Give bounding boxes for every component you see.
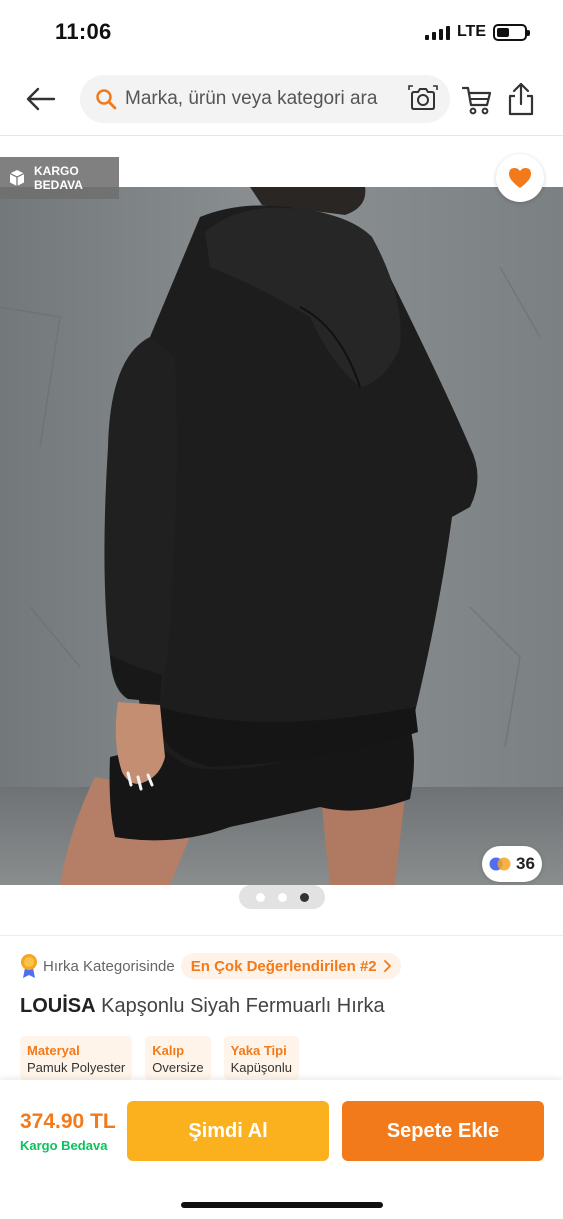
product-image[interactable] [0, 187, 563, 885]
battery-icon [493, 23, 530, 41]
add-to-cart-button[interactable]: Sepete Ekle [342, 1101, 544, 1161]
signal-icon [424, 25, 450, 40]
status-time: 11:06 [55, 19, 112, 44]
favorite-button[interactable] [496, 154, 544, 202]
review-photo-count: 36 [516, 854, 535, 873]
back-button[interactable] [24, 82, 58, 116]
status-indicators: LTE [424, 23, 530, 41]
status-bar: 11:06 LTE [0, 0, 563, 62]
product-name: Kapşonlu Siyah Fermuarlı Hırka [101, 995, 385, 1017]
pagination-dot-active[interactable] [299, 892, 309, 902]
home-indicator[interactable] [181, 1202, 383, 1208]
attribute-value: Oversize [152, 1060, 204, 1075]
network-type: LTE [456, 23, 486, 40]
divider [0, 935, 563, 936]
product-attributes: Materyal Pamuk Polyester Kalıp Oversize … [20, 1036, 300, 1080]
cart-icon[interactable] [461, 84, 493, 116]
camera-icon[interactable] [408, 84, 438, 114]
attribute-chip: Materyal Pamuk Polyester [20, 1036, 133, 1080]
category-rank[interactable]: Hırka Kategorisinde En Çok Değerlendiril… [20, 952, 401, 980]
review-photos-button[interactable]: 36 [482, 846, 542, 882]
free-shipping-badge-label: KARGO BEDAVA [34, 164, 83, 192]
search-icon [96, 89, 117, 110]
product-brand[interactable]: LOUİSA [20, 995, 96, 1017]
rank-label: En Çok Değerlendirilen #2 [190, 957, 377, 975]
heart-icon [509, 168, 531, 188]
free-shipping-badge: KARGO BEDAVA [0, 157, 119, 199]
rank-category-label: Hırka Kategorisinde [43, 957, 175, 975]
review-photos-icon [489, 857, 511, 871]
share-icon[interactable] [506, 82, 536, 116]
chevron-right-icon [383, 960, 391, 972]
search-bar[interactable]: Marka, ürün veya kategori ara [80, 75, 450, 123]
shipping-label: Kargo Bedava [20, 1138, 108, 1153]
pagination-dot[interactable] [277, 892, 287, 902]
box-icon [9, 170, 25, 186]
attribute-value: Pamuk Polyester [27, 1060, 126, 1075]
attribute-key: Kalıp [152, 1043, 185, 1058]
attribute-chip: Yaka Tipi Kapüşonlu [223, 1036, 300, 1080]
attribute-key: Yaka Tipi [230, 1043, 287, 1058]
pagination-dot[interactable] [255, 892, 265, 902]
product-title: LOUİSA Kapşonlu Siyah Fermuarlı Hırka [20, 995, 385, 1018]
rank-chip[interactable]: En Çok Değerlendirilen #2 [180, 953, 401, 979]
purchase-bar: 374.90 TL Kargo Bedava Şimdi Al Sepete E… [0, 1080, 563, 1219]
attribute-chip: Kalıp Oversize [145, 1036, 211, 1080]
search-input[interactable]: Marka, ürün veya kategori ara [125, 88, 408, 110]
medal-icon [21, 954, 37, 978]
buy-now-button[interactable]: Şimdi Al [127, 1101, 329, 1161]
price: 374.90 TL [20, 1110, 116, 1133]
image-pagination[interactable] [239, 885, 325, 909]
attribute-value: Kapüşonlu [230, 1060, 293, 1075]
top-navigation: Marka, ürün veya kategori ara [0, 62, 563, 136]
back-arrow-icon [26, 87, 56, 111]
attribute-key: Materyal [27, 1043, 80, 1058]
